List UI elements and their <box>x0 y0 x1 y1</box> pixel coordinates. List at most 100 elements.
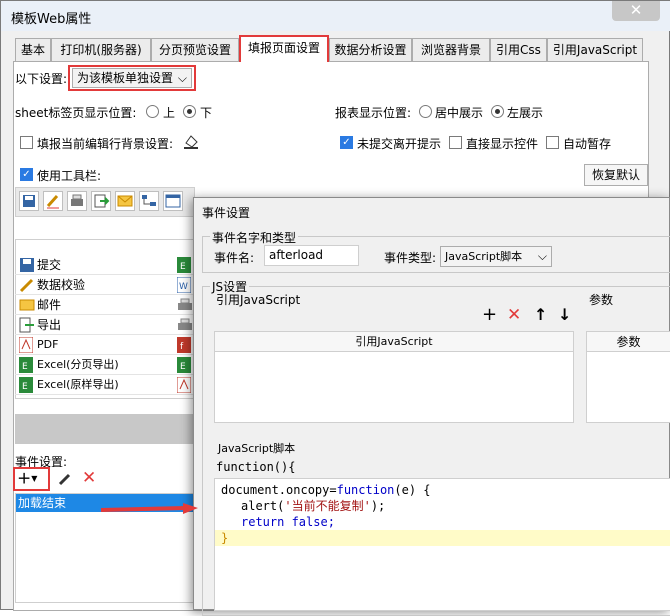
event-type-label: 事件类型: <box>384 251 437 265</box>
list-item-label: Excel(原样导出) <box>37 378 119 391</box>
excel-icon: E <box>19 377 33 399</box>
show-controls-label: 直接显示控件 <box>466 137 539 151</box>
list-item[interactable]: 邮件 <box>15 295 195 315</box>
report-center-radio[interactable] <box>419 105 432 118</box>
code-token: document.oncopy= <box>221 483 337 497</box>
toolbar-list-footer <box>15 414 195 444</box>
function-header: function(){ <box>216 460 296 474</box>
toolbar-button-rows: 提交 E 数据校验 W 邮件 导出 PDF f E Excel(分页导出) E <box>15 255 195 395</box>
title-bar: 模板Web属性 ✕ <box>1 1 670 31</box>
move-down-button[interactable]: ↓ <box>558 307 574 323</box>
restore-default-button[interactable]: 恢复默认 <box>584 164 648 186</box>
unsubmitted-checkbox[interactable]: ✓ <box>340 136 353 149</box>
report-left-radio[interactable] <box>491 105 504 118</box>
tab-ref-css[interactable]: 引用Css <box>490 38 547 61</box>
list-item-label: 数据校验 <box>37 278 86 292</box>
window-title: 模板Web属性 <box>11 12 92 27</box>
autosave-checkbox[interactable] <box>546 136 559 149</box>
sheet-top-radio[interactable] <box>146 105 159 118</box>
report-position-label: 报表显示位置: <box>335 106 412 120</box>
paint-bucket-icon[interactable] <box>181 131 201 151</box>
list-item[interactable]: E Excel(原样导出) <box>15 375 195 395</box>
chevron-down-icon: ▼ <box>31 474 38 483</box>
list-item[interactable]: 提交 E <box>15 255 195 275</box>
script-editor[interactable]: document.oncopy=function(e) { alert('当前不… <box>214 478 670 611</box>
list-item[interactable]: E Excel(分页导出) E <box>15 355 195 375</box>
tab-data-analysis[interactable]: 数据分析设置 <box>329 38 412 61</box>
plus-icon: + <box>482 304 498 325</box>
sheet-top-label: 上 <box>163 106 176 120</box>
edit-event-button[interactable] <box>57 471 73 487</box>
tab-page-preview[interactable]: 分页预览设置 <box>151 38 239 61</box>
tab-browser-bg[interactable]: 浏览器背景 <box>412 38 490 61</box>
event-type-value: JavaScript脚本 <box>445 250 523 263</box>
list-item-label: Excel(分页导出) <box>37 358 119 371</box>
unsubmitted-label: 未提交离开提示 <box>357 137 442 151</box>
mail-icon[interactable] <box>115 191 135 211</box>
ref-js-column-header[interactable]: 引用JavaScript <box>215 332 573 352</box>
sheet-bottom-label: 下 <box>200 106 213 120</box>
dialog-title: 事件设置 <box>202 206 251 220</box>
code-token: alert( <box>241 499 285 513</box>
chevron-down-icon: ⌵ <box>537 249 547 263</box>
report-left-label: 左展示 <box>507 106 544 120</box>
apply-label: 以下设置: <box>15 72 68 86</box>
event-name-label: 事件名: <box>214 251 255 265</box>
list-item[interactable]: 数据校验 W <box>15 275 195 295</box>
event-name-field[interactable]: afterload <box>264 245 359 266</box>
window-icon[interactable] <box>163 191 183 211</box>
save-icon[interactable] <box>19 191 39 211</box>
code-token: ); <box>370 499 386 513</box>
delete-event-button[interactable]: ✕ <box>82 470 98 487</box>
tree-icon[interactable] <box>139 191 159 211</box>
tab-printer[interactable]: 打印机(服务器) <box>51 38 151 61</box>
move-up-button[interactable]: ↑ <box>534 307 550 323</box>
apply-select-value: 为该模板单独设置 <box>77 71 174 85</box>
close-icon: ✕ <box>507 305 522 325</box>
export-icon[interactable] <box>91 191 111 211</box>
sheet-position-label: sheet标签页显示位置: <box>15 106 137 120</box>
plus-icon: + <box>17 468 32 489</box>
svg-text:W: W <box>179 282 188 292</box>
params-label: 参数 <box>589 293 614 307</box>
list-item[interactable]: 导出 <box>15 315 195 335</box>
delete-js-button[interactable]: ✕ <box>507 305 523 325</box>
pencil-icon <box>58 473 71 486</box>
add-js-button[interactable]: + <box>482 304 498 325</box>
sheet-bottom-radio[interactable] <box>183 105 196 118</box>
report-center-label: 居中展示 <box>435 106 484 120</box>
add-event-button[interactable]: +▼ <box>17 470 47 488</box>
ref-js-label: 引用JavaScript <box>216 293 301 307</box>
list-item-label: 邮件 <box>37 298 62 312</box>
toolbar-label: 使用工具栏: <box>37 169 102 183</box>
code-token: (e) { <box>394 483 431 497</box>
fill-bg-checkbox[interactable] <box>20 136 33 149</box>
annotation-arrow <box>99 502 199 516</box>
code-line: alert('当前不能复制'); <box>215 498 670 514</box>
list-item-label: 提交 <box>37 258 62 272</box>
svg-text:E: E <box>22 362 28 372</box>
params-column-header[interactable]: 参数 <box>587 332 670 352</box>
event-type-select[interactable]: JavaScript脚本 ⌵ <box>440 246 552 267</box>
list-item[interactable]: PDF f <box>15 335 195 355</box>
tab-basic[interactable]: 基本 <box>15 38 51 61</box>
fill-bg-label: 填报当前编辑行背景设置: <box>37 137 174 151</box>
arrow-up-icon: ↑ <box>534 305 548 324</box>
tab-fill-page[interactable]: 填报页面设置 <box>239 35 329 62</box>
params-table: 参数 <box>586 331 670 423</box>
code-keyword: function <box>336 483 395 497</box>
autosave-label: 自动暂存 <box>563 137 612 151</box>
tab-ref-js[interactable]: 引用JavaScript <box>547 38 643 61</box>
code-keyword: return <box>241 515 285 529</box>
list-item-label: 导出 <box>37 318 62 332</box>
pencil-check-icon[interactable] <box>43 191 63 211</box>
code-line: document.oncopy=function(e) { <box>215 482 670 498</box>
print-icon[interactable] <box>67 191 87 211</box>
close-button[interactable]: ✕ <box>612 1 660 21</box>
svg-text:E: E <box>180 362 186 372</box>
code-token: false; <box>284 515 335 529</box>
toolbar-checkbox[interactable]: ✓ <box>20 168 33 181</box>
ref-js-table: 引用JavaScript <box>214 331 574 423</box>
apply-select[interactable]: 为该模板单独设置 ⌵ <box>72 68 192 88</box>
show-controls-checkbox[interactable] <box>449 136 462 149</box>
